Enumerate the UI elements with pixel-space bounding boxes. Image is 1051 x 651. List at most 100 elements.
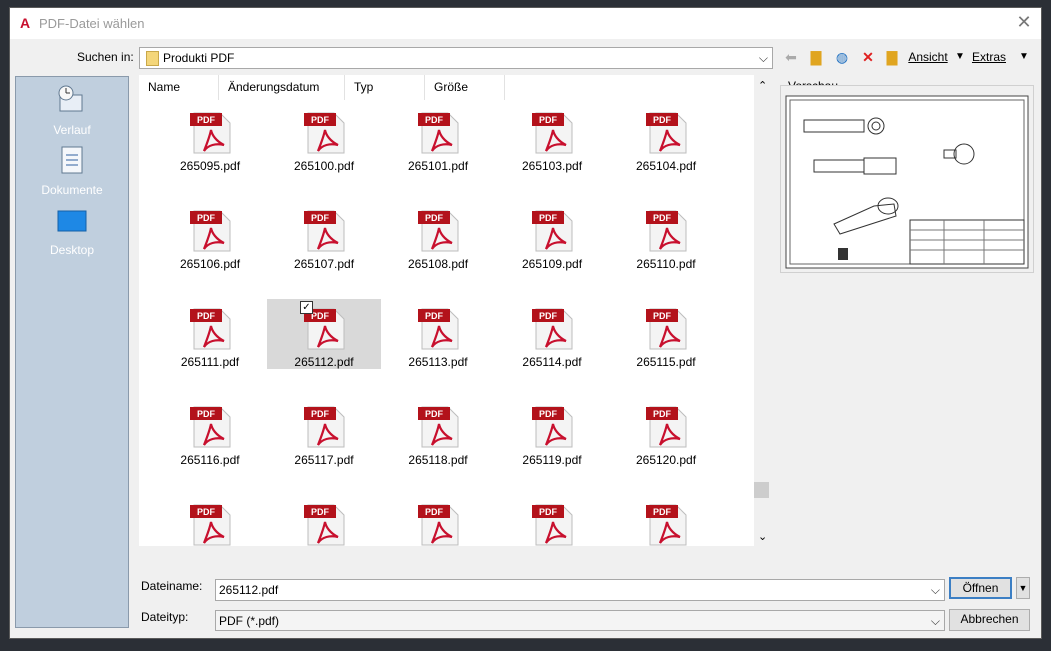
filename-label: Dateiname: xyxy=(141,579,203,593)
open-button[interactable]: Öffnen xyxy=(949,577,1012,599)
file-item[interactable]: PDF xyxy=(495,495,609,546)
file-item[interactable]: PDF ✓ 265112.pdf xyxy=(267,299,381,369)
pdf-badge-label: PDF xyxy=(653,213,672,223)
file-item[interactable]: PDF xyxy=(381,495,495,546)
file-name: 265108.pdf xyxy=(407,257,469,271)
scrollbar-thumb[interactable] xyxy=(754,482,769,498)
pdf-file-icon: PDF xyxy=(190,210,231,252)
file-item[interactable]: PDF 265115.pdf xyxy=(609,299,723,369)
file-name: 265115.pdf xyxy=(636,355,696,369)
file-name: 265118.pdf xyxy=(408,453,468,467)
file-item[interactable]: PDF xyxy=(267,495,381,546)
file-item[interactable]: PDF xyxy=(609,495,723,546)
scroll-up-icon[interactable]: ⌃ xyxy=(758,79,767,92)
pdf-badge-label: PDF xyxy=(197,409,216,419)
preview-pane xyxy=(780,85,1034,273)
file-name: 265100.pdf xyxy=(293,159,355,173)
pdf-badge-label: PDF xyxy=(653,409,672,419)
pdf-file-icon: PDF xyxy=(532,112,573,154)
pdf-dialog: A PDF-Datei wählen ✕ Suchen in: Produkti… xyxy=(9,7,1042,639)
pdf-file-icon: PDF xyxy=(532,210,573,252)
chevron-down-icon: ⌵ xyxy=(758,51,768,65)
filetype-select[interactable]: PDF (*.pdf) ⌵ xyxy=(215,610,945,631)
file-name: 265103.pdf xyxy=(521,159,583,173)
sidebar-item-label: Dokumente xyxy=(41,183,103,197)
view-dropdown-icon[interactable]: ▼ xyxy=(954,48,966,66)
pdf-file-icon: PDF xyxy=(646,504,687,546)
open-options-dropdown[interactable]: ▼ xyxy=(1016,577,1030,599)
filename-input[interactable]: 265112.pdf ⌵ xyxy=(215,579,945,601)
pdf-badge-label: PDF xyxy=(311,311,330,321)
folder-select-value: Produkti PDF xyxy=(163,51,235,65)
extras-dropdown-icon[interactable]: ▼ xyxy=(1018,48,1030,66)
file-list[interactable]: Name Änderungsdatum Typ Größe PDF 265095.… xyxy=(139,75,754,546)
sidebar-item-desktop[interactable]: Desktop xyxy=(16,209,128,257)
scroll-down-icon[interactable]: ⌄ xyxy=(758,530,767,543)
pdf-badge-label: PDF xyxy=(311,213,330,223)
pdf-badge-label: PDF xyxy=(539,213,558,223)
pdf-file-icon: PDF xyxy=(418,210,459,252)
pdf-badge-label: PDF xyxy=(197,213,216,223)
cancel-button[interactable]: Abbrechen xyxy=(949,609,1030,631)
file-item[interactable]: PDF 265116.pdf xyxy=(153,397,267,467)
desktop-icon xyxy=(57,210,87,232)
title-bar: A PDF-Datei wählen ✕ xyxy=(10,8,1041,39)
file-item[interactable]: PDF 265114.pdf xyxy=(495,299,609,369)
pdf-badge-label: PDF xyxy=(539,409,558,419)
file-item[interactable]: PDF 265100.pdf xyxy=(267,103,381,173)
chevron-down-icon[interactable]: ⌵ xyxy=(931,614,940,629)
pdf-file-icon: PDF xyxy=(190,406,231,448)
pdf-badge-label: PDF xyxy=(311,409,330,419)
checkbox-icon[interactable]: ✓ xyxy=(300,301,313,314)
sidebar-item-verlauf[interactable]: Verlauf xyxy=(16,85,128,137)
sidebar-item-label: Verlauf xyxy=(53,123,91,137)
pdf-badge-label: PDF xyxy=(539,507,558,517)
new-folder-icon[interactable]: ▇ xyxy=(883,48,901,66)
documents-icon xyxy=(61,146,83,174)
file-item[interactable]: PDF 265120.pdf xyxy=(609,397,723,467)
file-item[interactable]: PDF 265119.pdf xyxy=(495,397,609,467)
pdf-badge-label: PDF xyxy=(425,115,444,125)
column-header-type[interactable]: Typ xyxy=(345,75,425,100)
file-item[interactable]: PDF 265101.pdf xyxy=(381,103,495,173)
pdf-file-icon: PDF xyxy=(646,210,687,252)
file-item[interactable]: PDF 265095.pdf xyxy=(153,103,267,173)
delete-icon[interactable]: ✕ xyxy=(859,48,877,66)
column-header-size[interactable]: Größe xyxy=(425,75,505,100)
column-header-date[interactable]: Änderungsdatum xyxy=(219,75,345,100)
vertical-scrollbar[interactable]: ⌃ ⌄ xyxy=(754,75,773,546)
file-name: 265104.pdf xyxy=(635,159,697,173)
folder-select[interactable]: Produkti PDF ⌵ xyxy=(139,47,773,69)
pdf-file-icon: PDF xyxy=(190,308,231,350)
file-item[interactable]: PDF 265109.pdf xyxy=(495,201,609,271)
file-item[interactable]: PDF 265106.pdf xyxy=(153,201,267,271)
pdf-file-icon: PDF xyxy=(418,406,459,448)
file-item[interactable]: PDF 265111.pdf xyxy=(153,299,267,369)
file-item[interactable]: PDF 265113.pdf xyxy=(381,299,495,369)
column-header-name[interactable]: Name xyxy=(139,75,219,100)
pdf-badge-label: PDF xyxy=(425,507,444,517)
pdf-file-icon: PDF xyxy=(646,112,687,154)
pdf-badge-label: PDF xyxy=(197,115,216,125)
file-item[interactable]: PDF 265104.pdf xyxy=(609,103,723,173)
file-item[interactable]: PDF 265117.pdf xyxy=(267,397,381,467)
back-icon[interactable]: ⬅ xyxy=(782,48,800,66)
extras-menu-button[interactable]: Extras xyxy=(971,48,1007,66)
sidebar-item-dokumente[interactable]: Dokumente xyxy=(16,145,128,197)
file-item[interactable]: PDF xyxy=(153,495,267,546)
pdf-file-icon: PDF xyxy=(532,308,573,350)
web-search-icon[interactable]: ◍ xyxy=(833,48,851,66)
folder-up-icon[interactable]: ▇ xyxy=(807,48,825,66)
close-button[interactable]: ✕ xyxy=(1015,13,1033,31)
pdf-badge-label: PDF xyxy=(653,311,672,321)
file-item[interactable]: PDF 265107.pdf xyxy=(267,201,381,271)
view-menu-button[interactable]: Ansicht xyxy=(907,48,949,66)
file-item[interactable]: PDF 265108.pdf xyxy=(381,201,495,271)
chevron-down-icon[interactable]: ⌵ xyxy=(931,583,940,598)
pdf-file-icon: PDF xyxy=(304,504,345,546)
file-name: 265107.pdf xyxy=(293,257,355,271)
file-item[interactable]: PDF 265103.pdf xyxy=(495,103,609,173)
file-item[interactable]: PDF 265110.pdf xyxy=(609,201,723,271)
file-name: 265116.pdf xyxy=(180,453,240,467)
file-item[interactable]: PDF 265118.pdf xyxy=(381,397,495,467)
